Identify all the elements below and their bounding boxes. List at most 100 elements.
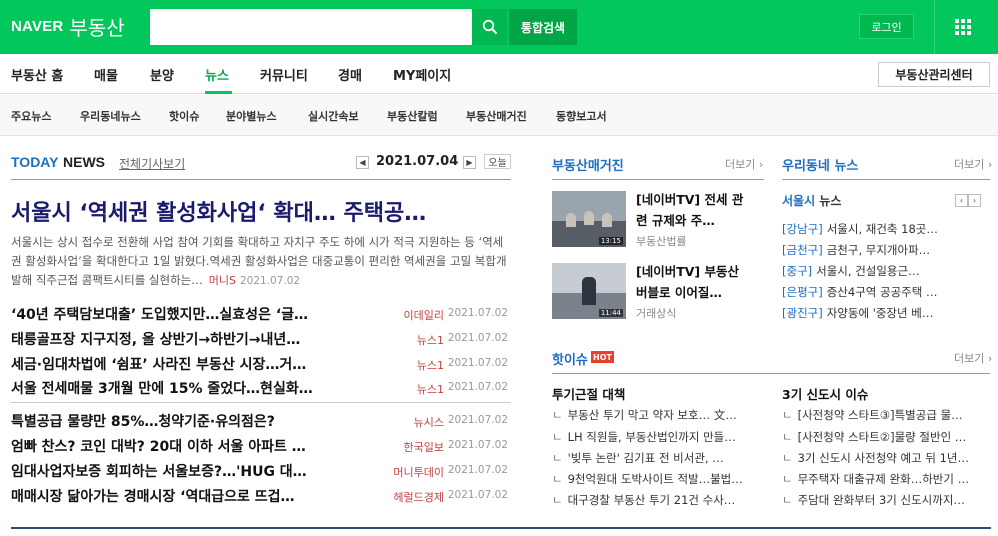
hot-issue-more-link[interactable]: 더보기 › [954,350,992,366]
news-row[interactable]: 특별공급 물량만 85%…청약기준·유의점은? 뉴시스 2021.07.02 [11,411,508,431]
search-input[interactable] [150,9,472,45]
news-title[interactable]: 서울 전세매물 3개월 만에 15% 줄었다…현실화… [11,378,341,398]
region-label[interactable]: [강남구] [782,222,823,236]
news-row[interactable]: 태릉골프장 지구지정, 올 상반기→하반기→내년… 뉴스1 2021.07.02 [11,329,508,349]
hot-issue-text[interactable]: '빚투 논란' 김기표 전 비서관, … [568,451,724,465]
subnav-breaking[interactable]: 실시간속보 [308,108,359,124]
nav-item-auction[interactable]: 경매 [338,65,362,84]
local-news-item[interactable]: [강남구] 서울시, 재건축 18곳… [782,221,958,237]
subnav-main-news[interactable]: 주요뉴스 [11,108,51,124]
local-news-item[interactable]: [은평구] 증산4구역 공공주택 … [782,284,958,300]
news-title[interactable]: 매매시장 닮아가는 경매시장 ‘역대급으로 뜨겁… [11,486,341,506]
video-thumbnail[interactable]: 11:44 [552,263,626,319]
local-news-item[interactable]: [중구] 서울시, 건설일용근… [782,263,958,279]
local-news-item[interactable]: [금천구] 금천구, 무지개아파… [782,242,958,258]
hot-issue-item[interactable]: ㄴ [사전청약 스타트③]특별공급 물… [782,407,992,423]
hot-issue-title[interactable]: 핫이슈 [552,349,588,368]
subnav-magazine[interactable]: 부동산매거진 [466,108,527,124]
hot-issue-item[interactable]: ㄴ 3기 신도시 사전청약 예고 뒤 1년… [782,450,992,466]
region-label[interactable]: [중구] [782,264,812,278]
news-title[interactable]: 태릉골프장 지구지정, 올 상반기→하반기→내년… [11,329,341,349]
hot-issue-item[interactable]: ㄴ 주담대 완화부터 3기 신도시까지… [782,492,992,508]
subnav-column[interactable]: 부동산칼럼 [387,108,438,124]
news-date: 2021.07.02 [447,414,508,426]
manager-center-button[interactable]: 부동산관리센터 [878,62,990,87]
chevron-right-icon: › [758,158,764,171]
nav-item-mypage[interactable]: MY페이지 [393,65,451,84]
region-label[interactable]: [광진구] [782,306,823,320]
hot-issue-text[interactable]: [사전청약 스타트②]물량 절반인 … [798,430,967,444]
hot-issue-text[interactable]: 3기 신도시 사전청약 예고 뒤 1년… [798,451,969,465]
news-title[interactable]: 엄빠 찬스? 코인 대박? 20대 이하 서울 아파트 … [11,436,341,456]
hot-issue-item[interactable]: ㄴ 무주택자 대출규제 완화…하반기 … [782,471,992,487]
magazine-item-title[interactable]: [네이버TV] 전세 관련 규제와 주… [636,189,746,231]
news-row[interactable]: 매매시장 닮아가는 경매시장 ‘역대급으로 뜨겁… 헤럴드경제 2021.07.02 [11,486,508,506]
subnav-trend-report[interactable]: 동향보고서 [556,108,607,124]
subnav-category-news[interactable]: 분야별뉴스 [226,108,277,124]
hot-right-title[interactable]: 3기 신도시 이슈 [782,384,868,403]
hot-issue-item[interactable]: ㄴ [사전청약 스타트②]물량 절반인 … [782,429,992,445]
hot-issue-text[interactable]: LH 직원들, 부동산법인까지 만들… [568,430,736,444]
login-button[interactable]: 로그인 [859,14,914,39]
next-date-button[interactable]: ▶ [463,156,476,169]
hot-issue-text[interactable]: 대구경찰 부동산 투기 21건 수사… [568,493,736,507]
news-title[interactable]: ‘40년 주택담보대출’ 도입했지만…실효성은 ‘글… [11,304,341,324]
naver-logo[interactable]: NAVER [11,18,63,35]
hot-issue-item[interactable]: ㄴ '빚투 논란' 김기표 전 비서관, … [552,450,752,466]
hot-issue-item[interactable]: ㄴ LH 직원들, 부동산법인까지 만들… [552,429,752,445]
hot-issue-item[interactable]: ㄴ 9천억원대 도박사이트 적발…불법… [552,471,752,487]
nav-item-news[interactable]: 뉴스 [205,65,229,84]
news-title[interactable]: 임대사업자보증 회피하는 서울보증?…'HUG 대… [11,461,341,481]
local-news-item[interactable]: [광진구] 자양동에 '중장년 베… [782,305,958,321]
news-source: 헤럴드경제 [393,491,444,504]
news-row[interactable]: 임대사업자보증 회피하는 서울보증?…'HUG 대… 머니투데이 2021.07.0… [11,461,508,481]
news-title[interactable]: 세금·임대차법에 ‘쉼표’ 사라진 부동산 시장…거… [11,354,341,374]
local-news-text[interactable]: 자양동에 '중장년 베… [827,306,934,320]
local-news-text[interactable]: 서울시, 건설일용근… [816,264,919,278]
nav-item-presale[interactable]: 분양 [150,65,174,84]
all-articles-link[interactable]: 전체기사보기 [119,155,185,172]
local-news-title[interactable]: 우리동네 뉴스 [782,155,858,174]
naver-real-estate-logo[interactable]: NAVER 부동산 [11,11,125,41]
news-source: 한국일보 [403,441,444,454]
prev-date-button[interactable]: ◀ [356,156,369,169]
hot-issue-text[interactable]: 주담대 완화부터 3기 신도시까지… [798,493,965,507]
magazine-item-title[interactable]: [네이버TV] 부동산 버블로 이어질… [636,261,746,303]
local-prev-button[interactable]: ‹ [955,194,968,207]
local-next-button[interactable]: › [968,194,981,207]
hot-issue-text[interactable]: 부동산 투기 막고 약자 보호… 文… [568,408,737,422]
chevron-right-icon: › [987,352,993,365]
nav-item-home[interactable]: 부동산 홈 [11,65,63,84]
service-name[interactable]: 부동산 [69,12,124,41]
local-news-text[interactable]: 서울시, 재건축 18곳… [827,222,938,236]
integrated-search-button[interactable]: 통합검색 [509,9,577,45]
video-thumbnail[interactable]: 13:15 [552,191,626,247]
region-label[interactable]: [은평구] [782,285,823,299]
local-news-more-link[interactable]: 더보기 › [954,156,992,172]
hot-issue-text[interactable]: 무주택자 대출규제 완화…하반기 … [798,472,970,486]
subnav-hot-issue[interactable]: 핫이슈 [169,108,199,124]
headline-title[interactable]: 서울시 ‘역세권 활성화사업‘ 확대… 주택공… [11,195,426,227]
today-button[interactable]: 오늘 [484,154,511,169]
apps-grid-icon[interactable] [955,19,971,35]
magazine-more-link[interactable]: 더보기 › [725,156,763,172]
hot-issue-text[interactable]: [사전청약 스타트③]특별공급 물… [798,408,963,422]
magazine-title[interactable]: 부동산매거진 [552,155,624,174]
news-row[interactable]: ‘40년 주택담보대출’ 도입했지만…실효성은 ‘글… 이데일리 2021.07.0… [11,304,508,324]
hot-issue-text[interactable]: 9천억원대 도박사이트 적발…불법… [568,472,743,486]
news-row[interactable]: 서울 전세매물 3개월 만에 15% 줄었다…현실화… 뉴스1 2021.07.02 [11,378,508,398]
subnav-local-news[interactable]: 우리동네뉴스 [80,108,141,124]
nav-item-listings[interactable]: 매물 [94,65,118,84]
search-button[interactable] [472,9,507,45]
nav-item-community[interactable]: 커뮤니티 [260,65,308,84]
hot-issue-item[interactable]: ㄴ 대구경찰 부동산 투기 21건 수사… [552,492,752,508]
hot-left-title[interactable]: 투기근절 대책 [552,384,625,403]
city-label[interactable]: 서울시 [782,194,815,208]
news-title[interactable]: 특별공급 물량만 85%…청약기준·유의점은? [11,411,341,431]
local-news-text[interactable]: 증산4구역 공공주택 … [827,285,938,299]
region-label[interactable]: [금천구] [782,243,823,257]
news-row[interactable]: 엄빠 찬스? 코인 대박? 20대 이하 서울 아파트 … 한국일보 2021.07… [11,436,508,456]
local-news-text[interactable]: 금천구, 무지개아파… [827,243,930,257]
news-row[interactable]: 세금·임대차법에 ‘쉼표’ 사라진 부동산 시장…거… 뉴스1 2021.07.02 [11,354,508,374]
hot-issue-item[interactable]: ㄴ 부동산 투기 막고 약자 보호… 文… [552,407,752,423]
